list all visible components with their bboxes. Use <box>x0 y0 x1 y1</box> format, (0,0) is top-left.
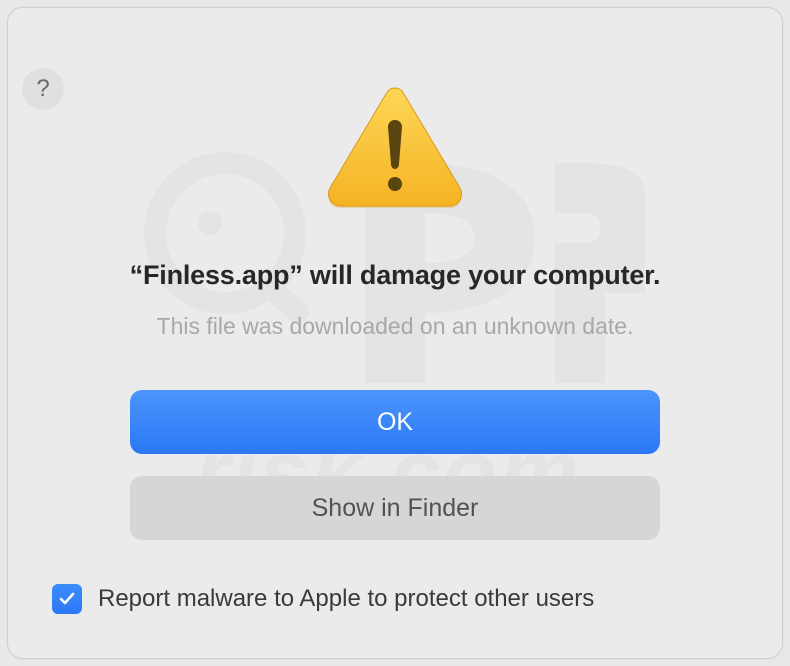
help-icon: ? <box>36 75 49 103</box>
report-malware-row: Report malware to Apple to protect other… <box>52 584 738 614</box>
report-malware-label: Report malware to Apple to protect other… <box>98 585 594 613</box>
alert-subtext: This file was downloaded on an unknown d… <box>52 313 738 340</box>
warning-triangle-icon <box>325 84 465 210</box>
button-group: OK Show in Finder <box>52 390 738 540</box>
alert-headline: “Finless.app” will damage your computer. <box>52 260 738 291</box>
report-malware-checkbox[interactable] <box>52 584 82 614</box>
checkmark-icon <box>58 590 76 608</box>
warning-icon-container <box>52 84 738 210</box>
ok-button[interactable]: OK <box>130 390 660 454</box>
alert-dialog: risk.com ? “Finless.app” will damage you… <box>7 7 783 659</box>
show-in-finder-button[interactable]: Show in Finder <box>130 476 660 540</box>
